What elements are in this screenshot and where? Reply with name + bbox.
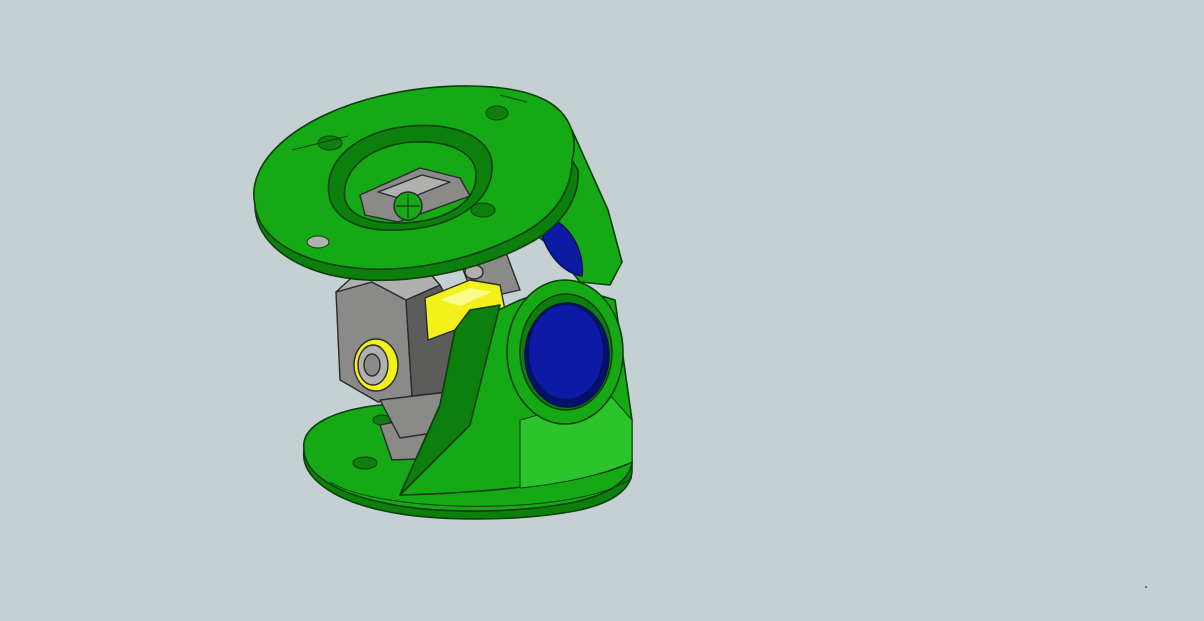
universal-joint-model[interactable]: [0, 0, 1204, 621]
spider-bearing-ring-core: [363, 353, 381, 377]
viewport-marker: [1145, 586, 1147, 588]
top-bolt-hole-4: [306, 235, 330, 249]
top-bolt-hole-2: [485, 105, 509, 121]
bearing-cap[interactable]: [524, 302, 610, 408]
bearing-cap-face: [527, 303, 605, 401]
3d-viewport[interactable]: [0, 0, 1204, 621]
base-bolt-hole-left: [352, 456, 378, 470]
top-flange[interactable]: [253, 85, 623, 286]
top-bolt-hole-3: [470, 202, 496, 218]
